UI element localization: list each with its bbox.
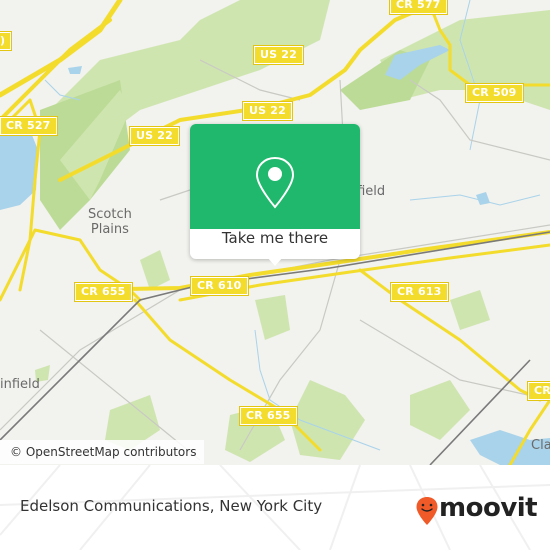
road-shield-cr509: CR 509 (465, 83, 524, 103)
park-area (140, 250, 170, 290)
moovit-wordmark: moovit (439, 493, 538, 523)
road-shield-us22: US 22 (129, 126, 180, 146)
destination-popup[interactable]: Take me there (190, 124, 360, 266)
map[interactable]: CR 577 US 22 CR 509 CR 527 US 22 US 22 C… (0, 0, 550, 465)
pond (68, 66, 82, 74)
road-shield-cr: CR (527, 381, 550, 401)
road-shield-cr610: CR 610 (190, 276, 249, 296)
location-pin-icon (255, 156, 295, 209)
park-area (255, 295, 290, 340)
place-label-clark: Cla (531, 438, 550, 453)
pond (476, 192, 490, 205)
place-label-scotch-plains: Scotch Plains (88, 207, 132, 237)
road-shield-cr655: CR 655 (74, 282, 133, 302)
road-shield-cr613: CR 613 (390, 282, 449, 302)
road-shield-us22: US 22 (242, 101, 293, 121)
footer: Edelson Communications, New York City mo… (0, 465, 550, 550)
road-shield-partial: ) (0, 31, 13, 51)
place-label-plainfield: infield (0, 377, 40, 392)
road-shield-cr527: CR 527 (0, 116, 58, 136)
popup-pointer (267, 257, 283, 266)
park-area (410, 380, 470, 440)
road-shield-cr655: CR 655 (239, 406, 298, 426)
location-title: Edelson Communications, New York City (20, 497, 323, 515)
popup-header[interactable] (190, 124, 360, 229)
moovit-pin-icon (416, 497, 438, 525)
take-me-there-button[interactable]: Take me there (190, 229, 360, 259)
map-attribution[interactable]: © OpenStreetMap contributors (0, 440, 205, 464)
stream (409, 194, 541, 206)
road-shield-us22: US 22 (253, 45, 304, 65)
park-area (450, 290, 490, 330)
road-shield-cr577: CR 577 (389, 0, 448, 15)
